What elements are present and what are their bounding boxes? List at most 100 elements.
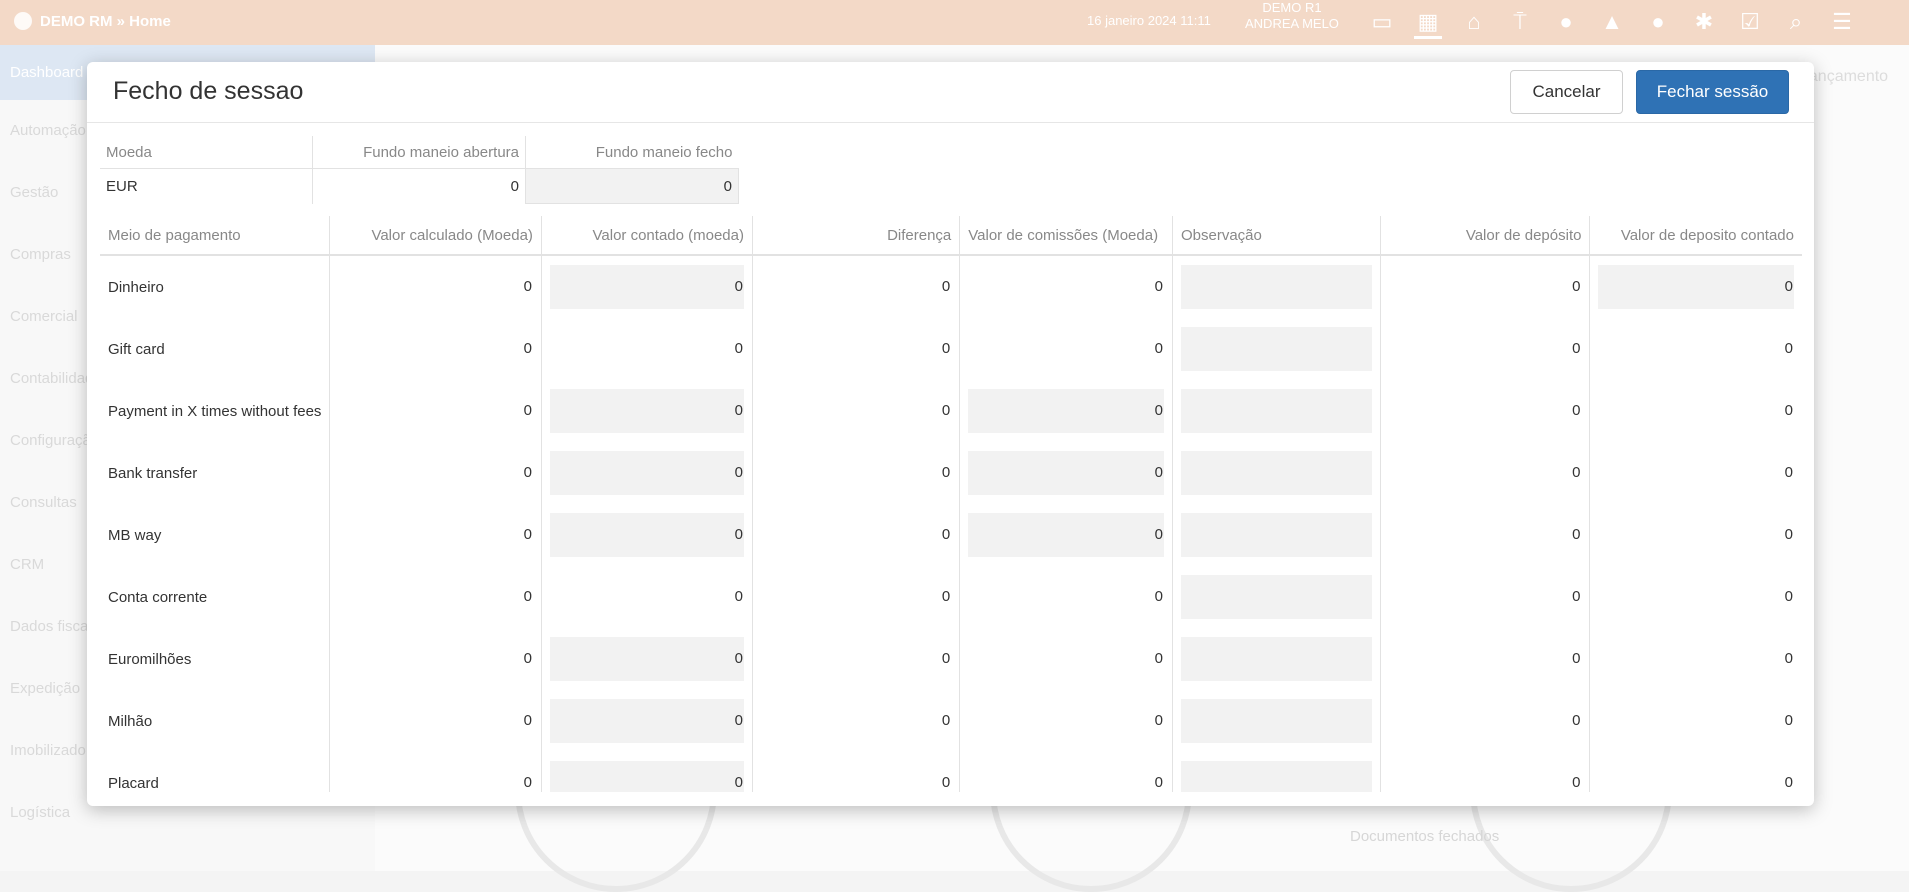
calculated-value-text: 0	[523, 588, 532, 605]
calculated-value-text: 0	[523, 526, 532, 543]
column-header: Diferença	[751, 216, 960, 256]
opening-fund-cell: 0	[312, 168, 526, 204]
counted-value-field: 0	[734, 588, 743, 605]
counted-value: 0	[540, 255, 753, 318]
commissions-value-field[interactable]: 0	[968, 451, 1164, 495]
deposit-counted-field[interactable]: 0	[1598, 265, 1794, 309]
deposit-counted-field: 0	[1784, 340, 1793, 357]
deposit-counted-field: 0	[1784, 526, 1793, 543]
bug-icon[interactable]: ✱	[1690, 8, 1718, 36]
deposit-counted-field: 0	[1784, 774, 1793, 791]
difference-value: 0	[751, 318, 960, 380]
calculated-value-text: 0	[523, 464, 532, 481]
commissions-value: 0	[959, 566, 1173, 628]
commissions-value: 0	[959, 752, 1173, 792]
calculated-value: 0	[329, 380, 542, 442]
counted-value-field[interactable]: 0	[549, 761, 744, 792]
difference-value: 0	[751, 566, 960, 628]
column-header: Valor de deposito contado	[1589, 216, 1802, 256]
calculated-value: 0	[329, 566, 542, 628]
column-header: Valor de comissões (Moeda)	[959, 216, 1173, 256]
commissions-value-field[interactable]: 0	[968, 389, 1164, 433]
difference-value-text: 0	[941, 402, 951, 419]
counted-value: 0	[540, 752, 753, 792]
difference-value: 0	[751, 628, 960, 690]
counted-value-field[interactable]: 0	[549, 513, 744, 557]
counted-value: 0	[540, 380, 753, 442]
observation-cell	[1171, 628, 1381, 690]
counted-value-field[interactable]: 0	[549, 389, 744, 433]
home-icon[interactable]: ⌂	[1460, 8, 1488, 36]
user-icon[interactable]: ●	[1644, 8, 1672, 36]
display-icon[interactable]: ▭	[1368, 8, 1396, 36]
dialog-header: Fecho de sessao Cancelar Fechar sessão	[87, 62, 1814, 123]
counted-value: 0	[540, 566, 753, 628]
deposit-counted-value: 0	[1589, 752, 1802, 792]
observation-field[interactable]	[1180, 637, 1372, 681]
deposit-counted-value: 0	[1589, 380, 1802, 442]
payment-method-label: Milhão	[108, 712, 153, 730]
checkbox-icon[interactable]: ☑	[1736, 8, 1764, 36]
calculated-value-text: 0	[523, 278, 532, 295]
observation-field[interactable]	[1180, 389, 1372, 433]
deposit-counted-field: 0	[1784, 464, 1793, 481]
deposit-value-text: 0	[1572, 526, 1581, 543]
difference-value-text: 0	[941, 340, 951, 357]
chat-icon[interactable]: ●	[1552, 8, 1580, 36]
logo-icon	[14, 12, 32, 30]
calculated-value-text: 0	[523, 402, 532, 419]
search-icon[interactable]: ⌕	[1782, 8, 1810, 36]
observation-field[interactable]	[1180, 761, 1372, 792]
counted-value-field[interactable]: 0	[549, 451, 744, 495]
table-row: EUR 0 0	[100, 168, 739, 204]
bell-icon[interactable]: ▲	[1598, 8, 1626, 36]
menu-icon[interactable]: ☰	[1828, 8, 1856, 36]
commissions-value: 0	[959, 380, 1173, 442]
deposit-counted-field: 0	[1784, 402, 1793, 419]
counted-value-field[interactable]: 0	[549, 699, 744, 743]
deposit-value: 0	[1379, 628, 1590, 690]
datetime: 16 janeiro 2024 11:11	[1087, 13, 1211, 28]
deposit-value: 0	[1379, 752, 1590, 792]
observation-field[interactable]	[1180, 265, 1372, 309]
counted-value: 0	[540, 442, 753, 504]
observation-field[interactable]	[1180, 575, 1372, 619]
table-row: Bank transfer 0 0 0 0 0 0	[100, 442, 1802, 504]
table-header-row: Moeda Fundo maneio abertura Fundo maneio…	[100, 136, 739, 169]
difference-value-text: 0	[941, 464, 951, 481]
deposit-value: 0	[1379, 255, 1590, 318]
calculated-value: 0	[329, 318, 542, 380]
deposit-value: 0	[1379, 380, 1590, 442]
commissions-value-field: 0	[1154, 340, 1163, 357]
calculated-value: 0	[329, 504, 542, 566]
observation-field[interactable]	[1180, 451, 1372, 495]
observation-cell	[1171, 752, 1381, 792]
commissions-value: 0	[959, 442, 1173, 504]
column-header: Fundo maneio abertura	[312, 136, 526, 169]
background-footer: Documentos fechados	[1350, 828, 1500, 845]
pin-icon[interactable]: ⍑	[1506, 8, 1534, 36]
calculated-value-text: 0	[523, 650, 532, 667]
observation-field[interactable]	[1180, 513, 1372, 557]
calculated-value: 0	[329, 628, 542, 690]
difference-value-text: 0	[941, 774, 951, 791]
counted-value-field[interactable]: 0	[549, 265, 744, 309]
observation-field[interactable]	[1180, 699, 1372, 743]
payment-rows: Dinheiro 0 0 0 0 0 0 Gift card 0 0 0 0 0 0 Payment in …	[100, 255, 1802, 792]
column-header: Meio de pagamento	[100, 216, 330, 256]
counted-value-field[interactable]: 0	[549, 637, 744, 681]
user-info[interactable]: DEMO R1 ANDREA MELO	[1245, 0, 1339, 32]
observation-cell	[1171, 255, 1381, 318]
column-header: Valor calculado (Moeda)	[329, 216, 542, 256]
currency-cell: EUR	[106, 177, 138, 195]
app-title[interactable]: DEMO RM » Home	[14, 12, 171, 30]
cancel-button[interactable]: Cancelar	[1510, 70, 1623, 114]
calculated-value-text: 0	[523, 340, 532, 357]
close-session-button[interactable]: Fechar sessão	[1636, 70, 1789, 114]
dialog-body: Moeda Fundo maneio abertura Fundo maneio…	[100, 136, 1802, 792]
deposit-counted-field: 0	[1784, 588, 1793, 605]
commissions-value-field[interactable]: 0	[968, 513, 1164, 557]
calendar-icon[interactable]: ▦	[1414, 8, 1442, 39]
deposit-value-text: 0	[1572, 278, 1581, 295]
observation-field[interactable]	[1180, 327, 1372, 371]
